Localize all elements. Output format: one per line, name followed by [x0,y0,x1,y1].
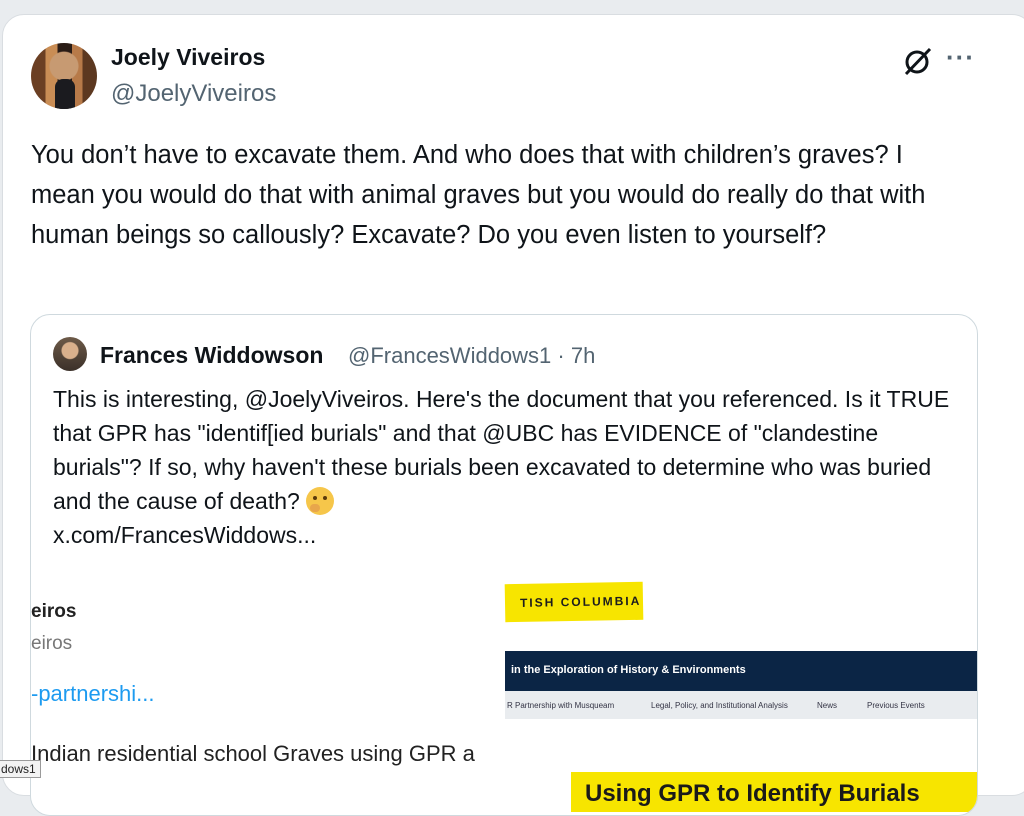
author-handle[interactable]: @JoelyViveiros [111,80,276,108]
quoted-author-avatar[interactable] [53,337,87,371]
quoted-text-body: This is interesting, @JoelyViveiros. Her… [53,386,950,514]
subnav-item: News [817,701,838,710]
quoted-tweet[interactable]: Frances Widdowson @FrancesWiddows1 · 7h … [30,314,978,816]
more-options-icon[interactable]: ··· [946,42,975,73]
media-left-handle: eiros [31,633,73,654]
tweet-text: You don’t have to excavate them. And who… [31,141,926,249]
tooltip: dows1 [0,760,41,778]
subnav-item: Previous Events [867,701,925,710]
highlighted-banner: TISH COLUMBIA [504,581,644,623]
thinking-face-icon [305,487,334,515]
site-subnav: R Partnership with Musqueam Legal, Polic… [505,691,977,719]
navbar-text: in the Exploration of History & Environm… [511,664,746,676]
author-avatar[interactable] [31,43,97,109]
quoted-media-image[interactable]: eiros eiros -partnershi... Indian reside… [31,567,977,815]
headline-text: Using GPR to Identify Burials [585,780,920,807]
highlighted-headline: Using GPR to Identify Burials [571,772,977,812]
quoted-author-handle-time[interactable]: @FrancesWiddows1 · 7h [348,343,595,369]
media-left-body: Indian residential school Graves using G… [31,741,475,766]
banner-text: TISH COLUMBIA [519,593,642,610]
author-name[interactable]: Joely Viveiros [111,44,265,71]
subnav-item: Legal, Policy, and Institutional Analysi… [651,701,788,710]
subnav-item: R Partnership with Musqueam [507,701,615,710]
quoted-text: This is interesting, @JoelyViveiros. Her… [53,382,953,552]
grok-icon[interactable] [900,44,936,78]
media-left-link: -partnershi... [31,681,155,706]
quoted-author-name[interactable]: Frances Widdowson [100,342,323,369]
quoted-link[interactable]: x.com/FrancesWiddows... [53,522,316,548]
media-left-title: eiros [31,601,77,622]
site-navbar: in the Exploration of History & Environm… [505,651,977,691]
